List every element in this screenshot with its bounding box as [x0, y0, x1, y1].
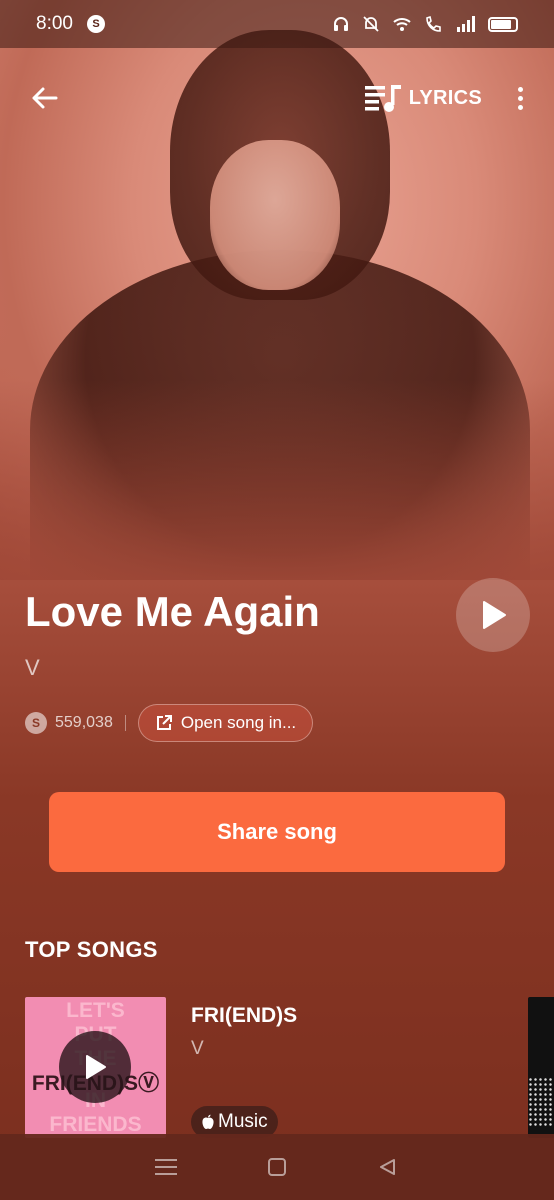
- open-song-in-button[interactable]: Open song in...: [137, 704, 314, 742]
- back-button[interactable]: [24, 78, 64, 118]
- shazam-icon: S: [25, 712, 47, 734]
- status-bar: 8:00 S: [0, 0, 554, 48]
- album-art-partial: [528, 1077, 554, 1127]
- status-time: 8:00: [36, 13, 73, 34]
- back-triangle-icon: [380, 1159, 396, 1175]
- top-song-title: FRI(END)S: [191, 1004, 298, 1027]
- shazam-notification-icon: S: [86, 15, 105, 33]
- home-square-icon: [267, 1158, 286, 1176]
- top-toolbar: LYRICS: [0, 70, 554, 126]
- recents-button[interactable]: [151, 1152, 181, 1182]
- wifi-call-icon: [426, 15, 441, 32]
- album-art[interactable]: LET'S PUT THE FRI(END)SⓋ IN FRIENDS: [25, 997, 166, 1138]
- artist-photo-face: [210, 140, 340, 290]
- top-songs-heading: TOP SONGS: [25, 937, 158, 962]
- menu-icon: [154, 1159, 177, 1175]
- apple-music-label: Music: [218, 1111, 268, 1132]
- wifi-icon: [393, 18, 411, 31]
- lyrics-label: LYRICS: [408, 86, 482, 109]
- arrow-left-icon: [32, 87, 58, 109]
- top-song-artist: V: [191, 1038, 204, 1059]
- play-button[interactable]: [456, 578, 530, 652]
- headphones-icon: [334, 17, 348, 31]
- home-button[interactable]: [262, 1152, 292, 1182]
- mute-bell-icon: [363, 16, 379, 32]
- divider: [124, 715, 126, 731]
- lyrics-icon: [364, 85, 401, 112]
- play-icon: [483, 601, 506, 629]
- song-meta-row: S 559,038 Open song in...: [25, 704, 314, 742]
- more-options-button[interactable]: [510, 78, 530, 118]
- system-back-button[interactable]: [373, 1152, 403, 1182]
- lyrics-button[interactable]: LYRICS: [364, 83, 482, 113]
- hero-fade: [0, 380, 554, 580]
- signal-icon: [457, 16, 475, 32]
- battery-icon: [488, 16, 518, 32]
- system-nav-bar: [0, 1134, 554, 1200]
- share-song-button[interactable]: Share song: [49, 792, 505, 872]
- more-vertical-icon: [517, 86, 523, 92]
- status-icons: [332, 15, 518, 33]
- apple-logo-icon: [202, 1114, 214, 1129]
- artist-name[interactable]: V: [25, 655, 40, 681]
- next-song-card-partial[interactable]: [528, 997, 554, 1138]
- shazam-count: 559,038: [55, 714, 113, 731]
- external-link-icon: [156, 715, 172, 730]
- play-icon: [86, 1055, 106, 1079]
- open-song-in-label: Open song in...: [180, 713, 297, 732]
- song-title: Love Me Again: [25, 588, 320, 635]
- album-play-button[interactable]: [59, 1031, 131, 1103]
